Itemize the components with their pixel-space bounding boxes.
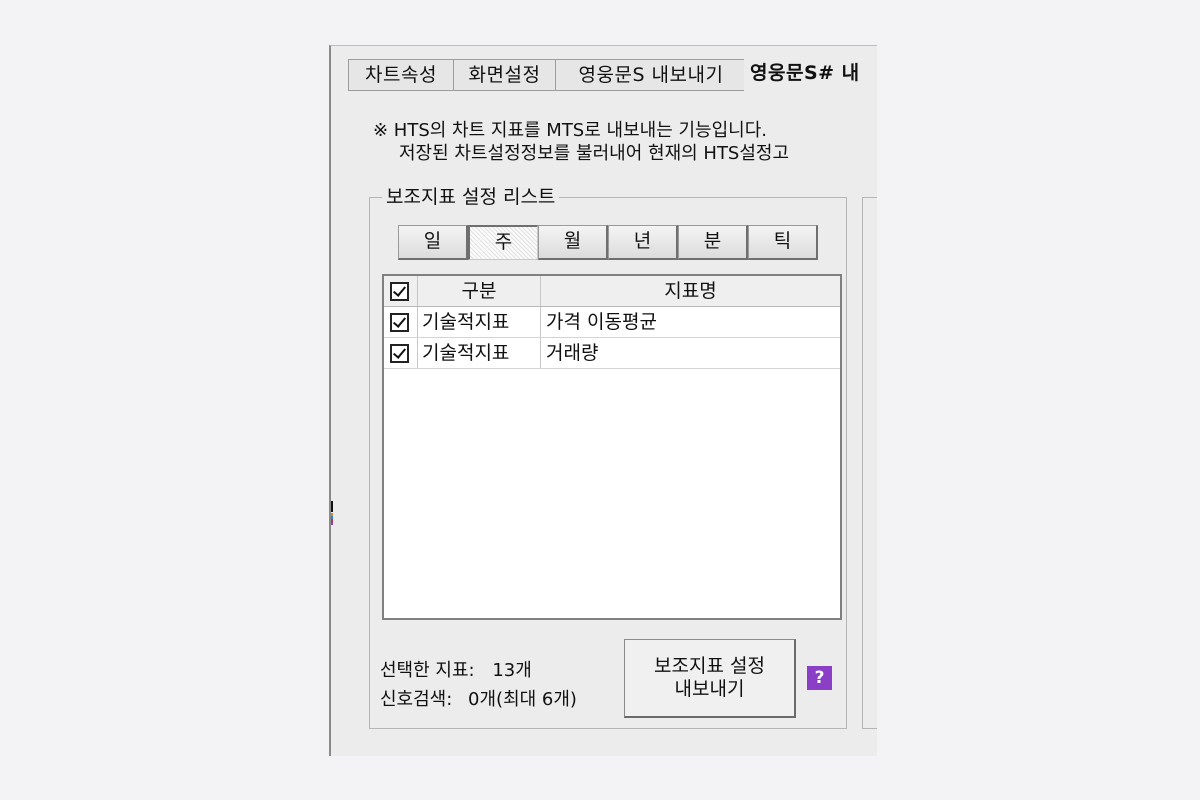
period-button-year[interactable]: 년 <box>608 225 678 260</box>
table-row[interactable]: 기술적지표 거래량 <box>384 338 840 369</box>
notice-text: ※ HTS의 차트 지표를 MTS로 내보내는 기능입니다. 저장된 차트설정정… <box>373 119 789 165</box>
export-button-line-1: 보조지표 설정 <box>654 655 765 677</box>
notice-line-2: 저장된 차트설정정보를 불러내어 현재의 HTS설정고 <box>399 143 790 164</box>
table-row[interactable]: 기술적지표 가격 이동평균 <box>384 307 840 338</box>
row-check-cell[interactable] <box>384 338 418 368</box>
stats-summary: 선택한 지표: 13개 신호검색: 0개(최대 6개) <box>380 656 577 714</box>
tab-screen-settings[interactable]: 화면설정 <box>453 59 556 91</box>
export-button-line-2: 내보내기 <box>674 678 745 700</box>
period-button-month[interactable]: 월 <box>538 225 608 260</box>
selected-count-label: 선택한 지표: <box>380 660 475 681</box>
row-checkbox[interactable] <box>390 313 409 332</box>
period-button-minute[interactable]: 분 <box>678 225 748 260</box>
row-check-cell[interactable] <box>384 307 418 337</box>
indicator-settings-group: 보조지표 설정 리스트 일 주 월 년 분 틱 구분 지표명 기술적지표 가격 … <box>369 184 847 729</box>
table-header: 구분 지표명 <box>384 276 840 307</box>
group-title: 보조지표 설정 리스트 <box>382 184 560 210</box>
left-edge-marks <box>331 46 333 756</box>
period-button-tick[interactable]: 틱 <box>748 225 818 260</box>
indicator-table: 구분 지표명 기술적지표 가격 이동평균 기술적지표 거래량 <box>382 274 842 620</box>
export-indicator-settings-button[interactable]: 보조지표 설정 내보내기 <box>624 639 796 718</box>
tab-export-youngwoongmun-s[interactable]: 영웅문S 내보내기 <box>555 59 747 91</box>
chart-settings-window: 차트속성 화면설정 영웅문S 내보내기 영웅문S# 내 ※ HTS의 차트 지표… <box>329 45 877 756</box>
select-all-checkbox[interactable] <box>390 282 409 301</box>
notice-line-1: ※ HTS의 차트 지표를 MTS로 내보내는 기능입니다. <box>373 120 767 141</box>
signal-count-value: 0개(최대 6개) <box>468 689 577 710</box>
row-checkbox[interactable] <box>390 344 409 363</box>
row-type: 기술적지표 <box>418 307 541 337</box>
period-button-week[interactable]: 주 <box>468 225 538 260</box>
row-indicator-name: 거래량 <box>546 342 599 364</box>
selected-count-value: 13개 <box>492 660 532 681</box>
tab-chart-properties[interactable]: 차트속성 <box>348 59 454 91</box>
row-type: 기술적지표 <box>418 338 541 368</box>
row-indicator-name: 가격 이동평균 <box>546 311 657 333</box>
period-button-day[interactable]: 일 <box>398 225 468 260</box>
header-check-cell[interactable] <box>384 276 418 306</box>
tab-export-youngwoongmun-s-sharp[interactable]: 영웅문S# 내 <box>744 58 877 92</box>
signal-count-label: 신호검색: <box>380 689 453 710</box>
signal-count-line: 신호검색: 0개(최대 6개) <box>380 685 577 714</box>
right-panel-edge <box>862 197 877 729</box>
column-header-name[interactable]: 지표명 <box>541 276 840 306</box>
selected-count-line: 선택한 지표: 13개 <box>380 656 577 685</box>
column-header-type[interactable]: 구분 <box>418 276 541 306</box>
help-icon[interactable]: ? <box>807 666 832 690</box>
